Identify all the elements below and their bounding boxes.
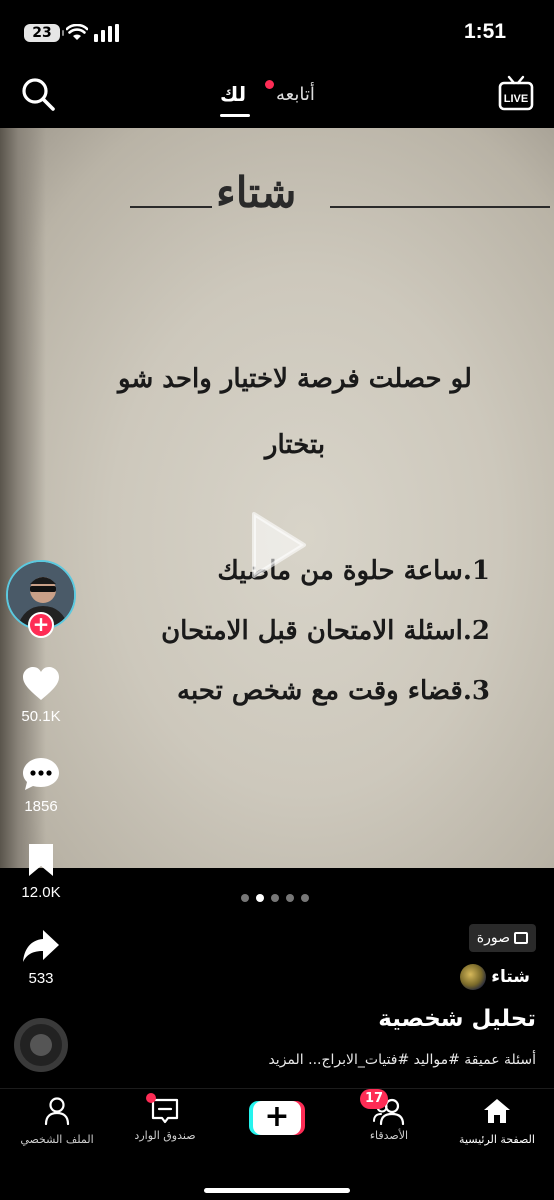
play-icon[interactable] xyxy=(248,510,308,580)
inbox-notification-dot xyxy=(146,1093,156,1103)
live-label: LIVE xyxy=(504,93,528,105)
carousel-dot xyxy=(271,894,279,902)
carousel-dot xyxy=(241,894,249,902)
book-header: شتاء xyxy=(130,166,550,226)
comment-count: 1856 xyxy=(24,798,58,815)
header-rule-right xyxy=(330,206,550,208)
share-button[interactable]: 533 xyxy=(10,928,72,987)
following-notification-dot xyxy=(265,80,274,89)
home-indicator xyxy=(204,1188,350,1193)
friends-badge: 17 xyxy=(360,1089,389,1109)
home-icon xyxy=(484,1099,510,1123)
live-tv-icon[interactable]: LIVE xyxy=(498,74,534,112)
author-name[interactable]: شتاء xyxy=(491,967,530,987)
photo-badge: صورة xyxy=(468,924,536,952)
option-3: 3.قضاء وقت مع شخص تحبه xyxy=(177,676,490,706)
tab-friends-label: الأصدقاء xyxy=(369,1129,409,1142)
bottom-tab-bar: الملف الشخصي صندوق الوارد + 17 الأصدقاء … xyxy=(0,1088,554,1200)
question-line-1: لو حصلت فرصة لاختيار واحد شو xyxy=(118,364,472,394)
option-2: 2.اسئلة الامتحان قبل الامتحان xyxy=(161,616,490,646)
carousel-dot xyxy=(256,894,264,902)
status-bar: 23 1:51 xyxy=(0,0,554,62)
tab-profile[interactable]: الملف الشخصي xyxy=(2,1097,112,1146)
carousel-dot xyxy=(301,894,309,902)
tab-home-label: الصفحة الرئيسية xyxy=(459,1133,535,1146)
cellular-signal-icon xyxy=(94,24,119,42)
caption-text[interactable]: أسئلة عميقة #مواليد #فتيات_الابراج... ال… xyxy=(268,1052,536,1068)
search-icon[interactable] xyxy=(20,76,56,112)
create-plus-icon: + xyxy=(253,1101,301,1135)
share-count: 533 xyxy=(28,970,54,987)
comment-button[interactable]: 1856 xyxy=(10,756,72,815)
image-icon xyxy=(514,932,528,944)
heart-icon xyxy=(23,667,59,700)
question-line-2: بتختار xyxy=(264,430,326,460)
tab-create[interactable]: + xyxy=(222,1101,332,1135)
bookmark-icon xyxy=(29,844,53,876)
status-time: 1:51 xyxy=(463,20,506,43)
battery-indicator: 23 xyxy=(24,24,64,42)
author-row[interactable]: شتاء xyxy=(460,964,536,996)
tab-following[interactable]: أتابعه xyxy=(276,84,315,105)
music-disc-icon[interactable] xyxy=(14,1018,68,1072)
create-button[interactable]: + xyxy=(249,1101,305,1135)
follow-plus-button[interactable]: + xyxy=(28,612,54,638)
tab-profile-label: الملف الشخصي xyxy=(20,1133,94,1146)
tab-home[interactable]: الصفحة الرئيسية xyxy=(442,1097,552,1146)
author-avatar[interactable] xyxy=(460,964,487,990)
post-image[interactable]: شتاء لو حصلت فرصة لاختيار واحد شو بتختار… xyxy=(0,128,554,868)
profile-icon xyxy=(44,1097,70,1126)
music-disc-center xyxy=(30,1034,52,1056)
like-button[interactable]: 50.1K xyxy=(10,666,72,725)
active-tab-underline xyxy=(220,114,250,117)
tab-inbox[interactable]: صندوق الوارد xyxy=(110,1093,220,1142)
top-nav: أتابعه لك LIVE xyxy=(0,62,554,128)
tab-friends[interactable]: 17 الأصدقاء xyxy=(334,1089,444,1142)
carousel-indicator xyxy=(241,887,316,902)
tab-for-you[interactable]: لك xyxy=(220,82,246,106)
book-header-title: شتاء xyxy=(216,168,297,217)
comment-icon xyxy=(23,758,59,790)
like-count: 50.1K xyxy=(21,708,61,725)
share-arrow-icon xyxy=(23,930,59,962)
save-button[interactable]: 12.0K xyxy=(10,842,72,901)
save-count: 12.0K xyxy=(21,884,61,901)
caption-title: تحليل شخصية xyxy=(378,1006,536,1032)
photo-badge-label: صورة xyxy=(476,930,510,946)
wifi-icon xyxy=(66,24,88,40)
header-rule-left xyxy=(130,206,212,208)
carousel-dot xyxy=(286,894,294,902)
tab-inbox-label: صندوق الوارد xyxy=(134,1129,196,1142)
